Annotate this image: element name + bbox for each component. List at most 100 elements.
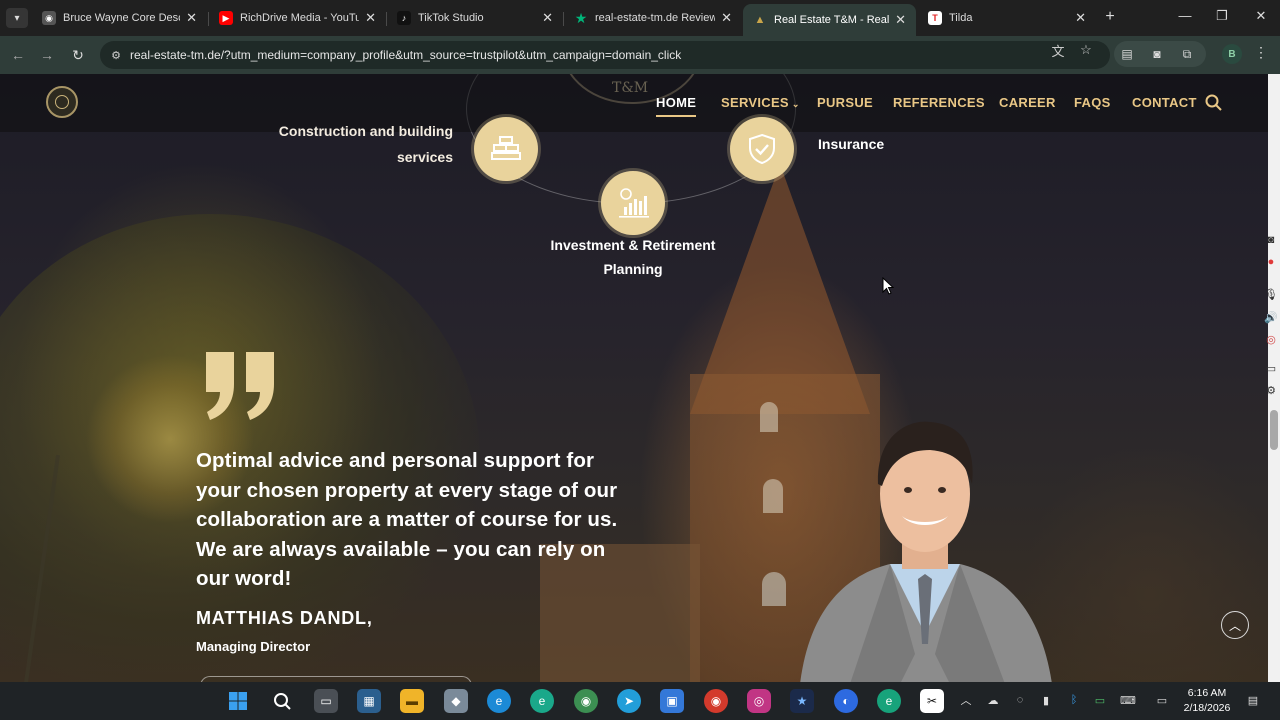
tray-overflow-chevron-icon[interactable]: ︿ <box>958 692 974 708</box>
service-construction-label[interactable]: Construction and building services <box>263 118 453 170</box>
widgets-icon[interactable]: ▦ <box>357 689 381 713</box>
testimonial-line: We are always available – you can rely o… <box>196 537 606 561</box>
search-icon[interactable] <box>270 689 294 713</box>
browser-tab[interactable]: T Tilda ✕ <box>918 4 1096 32</box>
instagram-icon[interactable]: ◎ <box>747 689 771 713</box>
nav-career[interactable]: CAREER <box>999 95 1056 110</box>
site-header: T&M HOME SERVICES ⌄ PURSUE REFERENCES CAR… <box>0 74 1268 132</box>
generic-site-icon: ◉ <box>42 11 56 25</box>
youtube-icon: ▶ <box>219 11 233 25</box>
battery-icon[interactable]: ▭ <box>1092 692 1108 708</box>
copilot-app-icon[interactable]: ◆ <box>444 689 468 713</box>
camera-icon[interactable]: ◙ <box>1262 232 1280 248</box>
back-icon[interactable]: ← <box>8 45 28 65</box>
capcut-icon[interactable]: ✂ <box>920 689 944 713</box>
service-investment-button[interactable] <box>601 171 665 235</box>
telegram-icon[interactable]: ➤ <box>617 689 641 713</box>
browser-tab[interactable]: ♪ TikTok Studio ✕ <box>387 4 563 32</box>
microphone-icon[interactable]: ▮ <box>1038 692 1054 708</box>
address-bar[interactable]: ⚙ real-estate-tm.de/?utm_medium=company_… <box>100 41 1110 69</box>
bookmark-star-icon[interactable]: ☆ <box>1076 41 1096 59</box>
service-investment-line1: Investment & Retirement <box>550 237 716 253</box>
close-tab-icon[interactable]: ✕ <box>365 10 376 26</box>
chrome-profile-icon[interactable]: ◉ <box>704 689 728 713</box>
extensions-puzzle-icon[interactable]: ⧉ <box>1178 45 1196 63</box>
nav-home[interactable]: HOME <box>656 95 696 110</box>
browser-tab-active[interactable]: ▲ Real Estate T&M - Real Est ✕ <box>743 4 916 36</box>
new-tab-icon[interactable]: + <box>1100 8 1120 26</box>
background-window <box>763 479 783 513</box>
bricks-icon <box>491 136 521 160</box>
nav-references[interactable]: REFERENCES <box>893 95 985 110</box>
taskbar-clock[interactable]: 6:16 AM 2/18/2026 <box>1182 686 1232 716</box>
reload-icon[interactable]: ↻ <box>68 45 88 65</box>
browser-tab[interactable]: ★ real-estate-tm.de Reviews ✕ <box>564 4 742 32</box>
scroll-to-top-button[interactable]: ︿ <box>1221 611 1249 639</box>
chrome-icon[interactable]: ◉ <box>574 689 598 713</box>
testimonial-line: Optimal advice and personal support for <box>196 449 595 472</box>
nav-services-label: SERVICES <box>721 95 789 110</box>
browser-menu-icon[interactable]: ⋮ <box>1252 44 1270 61</box>
task-view-icon[interactable]: ▭ <box>314 689 338 713</box>
service-insurance-button[interactable] <box>730 117 794 181</box>
nav-contact[interactable]: CONTACT <box>1132 95 1197 110</box>
chevron-down-icon: ⌄ <box>791 99 800 109</box>
notifications-icon[interactable]: ▤ <box>1245 692 1261 708</box>
browser-tab-strip: ▾ ◉ Bruce Wayne Core Descrip ✕ ▶ RichDri… <box>0 0 1280 36</box>
network-icon[interactable]: ◌ <box>1012 692 1028 708</box>
close-tab-icon[interactable]: ✕ <box>186 10 197 26</box>
record-icon[interactable]: ● <box>1262 254 1280 270</box>
url-text[interactable]: real-estate-tm.de/?utm_medium=company_pr… <box>130 48 681 62</box>
translate-icon[interactable]: 文 <box>1048 41 1068 59</box>
close-tab-icon[interactable]: ✕ <box>895 12 906 28</box>
screen-icon[interactable]: ▭ <box>1262 360 1280 376</box>
edge-dev-icon[interactable]: e <box>877 689 901 713</box>
service-construction-line1: Construction and building <box>278 123 453 139</box>
file-explorer-icon[interactable]: ▬ <box>400 689 424 713</box>
forward-icon[interactable]: → <box>37 45 57 65</box>
keyboard-icon[interactable]: ⌨ <box>1120 692 1136 708</box>
bluetooth-icon[interactable]: ᛒ <box>1066 692 1082 708</box>
nav-faqs[interactable]: FAQS <box>1074 95 1111 110</box>
profile-avatar[interactable]: B <box>1222 44 1242 64</box>
nav-services[interactable]: SERVICES ⌄ <box>721 95 800 110</box>
nav-pursue[interactable]: PURSUE <box>817 95 873 110</box>
windows-start-icon[interactable] <box>226 689 250 713</box>
site-info-icon[interactable]: ⚙ <box>108 47 124 63</box>
service-construction-button[interactable] <box>474 117 538 181</box>
tab-search-dropdown-icon[interactable]: ▾ <box>6 8 28 28</box>
microphone-icon[interactable]: 🎙 <box>1262 286 1280 302</box>
browser-tab[interactable]: ▶ RichDrive Media - YouTube ✕ <box>209 4 386 32</box>
page-scrollbar-thumb[interactable] <box>1270 410 1278 450</box>
star-app-icon[interactable]: ★ <box>790 689 814 713</box>
webcam-icon[interactable]: ◎ <box>1262 331 1280 347</box>
testimonial-quote: Optimal advice and personal support for … <box>196 446 696 594</box>
nav-active-underline <box>656 115 696 117</box>
clock-date: 2/18/2026 <box>1183 702 1231 714</box>
close-window-icon[interactable]: ✕ <box>1246 8 1276 24</box>
site-logo[interactable] <box>46 86 78 118</box>
service-insurance-label[interactable]: Insurance <box>818 131 884 157</box>
testimonial-line: your chosen property at every stage of o… <box>196 478 618 502</box>
browser-toolbar: ← → ↻ ⚙ real-estate-tm.de/?utm_medium=co… <box>0 36 1280 74</box>
service-investment-label[interactable]: Investment & Retirement Planning <box>533 233 733 281</box>
minimize-icon[interactable]: — <box>1170 8 1200 23</box>
edge-beta-icon[interactable]: e <box>530 689 554 713</box>
zoom-icon[interactable]: ◐ <box>834 689 858 713</box>
browser-tab[interactable]: ◉ Bruce Wayne Core Descrip ✕ <box>32 4 207 32</box>
printer-extension-icon[interactable]: ▤ <box>1118 45 1136 63</box>
speaker-icon[interactable]: 🔊 <box>1262 309 1280 325</box>
gear-icon[interactable]: ⚙ <box>1262 382 1280 398</box>
onedrive-icon[interactable]: ☁ <box>985 692 1001 708</box>
display-icon[interactable]: ▭ <box>1154 692 1170 708</box>
close-tab-icon[interactable]: ✕ <box>542 10 553 26</box>
edge-icon[interactable]: e <box>487 689 511 713</box>
maximize-icon[interactable]: ❐ <box>1207 8 1237 24</box>
page-scrollbar[interactable] <box>1268 74 1280 682</box>
close-tab-icon[interactable]: ✕ <box>1075 10 1086 26</box>
tilda-icon: T <box>928 11 942 25</box>
close-tab-icon[interactable]: ✕ <box>721 10 732 26</box>
camera-extension-icon[interactable]: ◙ <box>1148 45 1166 63</box>
microsoft-store-icon[interactable]: ▣ <box>660 689 684 713</box>
search-icon[interactable] <box>1204 93 1224 113</box>
